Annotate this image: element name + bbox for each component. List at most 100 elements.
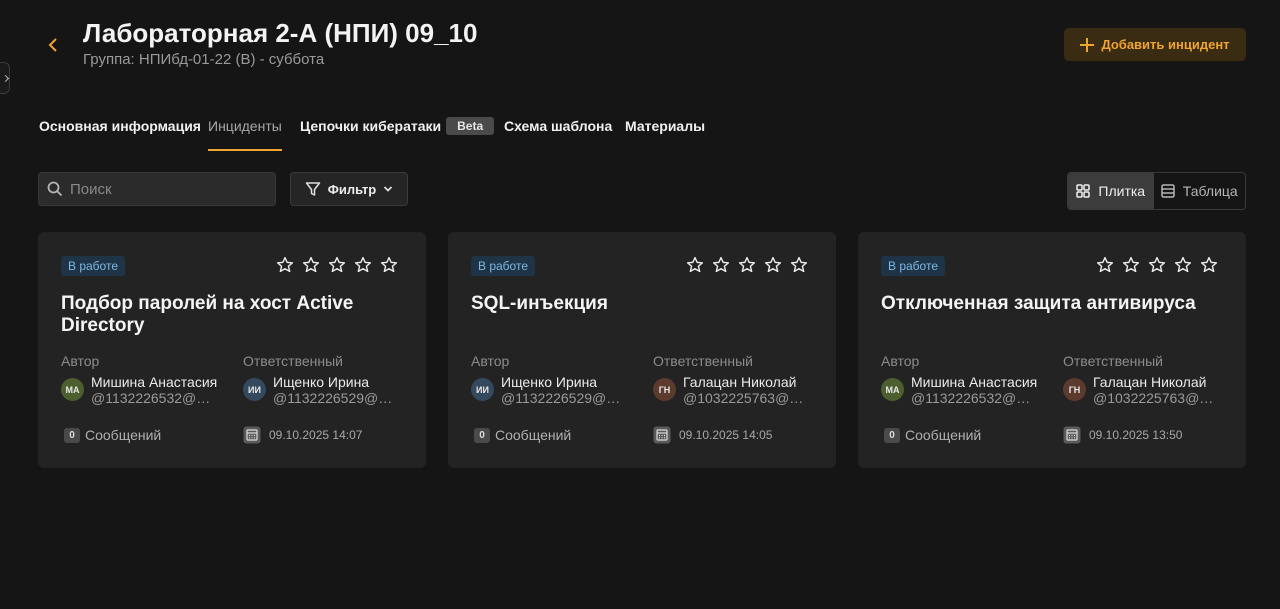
messages-info: 0 Сообщений [884, 427, 981, 443]
author-handle: @1132226529@pf... [501, 390, 628, 406]
responsible-section: Ответственный ИИ Ищенко Ирина @113222652… [243, 353, 403, 406]
back-button[interactable] [42, 33, 66, 57]
table-icon [1161, 184, 1175, 198]
star-icon[interactable] [328, 256, 346, 274]
author-name: Мишина Анастасия [91, 374, 218, 390]
star-icon[interactable] [1174, 256, 1192, 274]
status-badge: В работе [881, 256, 946, 276]
star-icon[interactable] [380, 256, 398, 274]
avatar: ИИ [471, 378, 494, 401]
incident-card[interactable]: В работе Отключенная защита антивируса А… [858, 232, 1246, 468]
avatar: ИИ [243, 378, 266, 401]
star-icon[interactable] [686, 256, 704, 274]
tab-label: Схема шаблона [504, 118, 613, 134]
view-tile-button[interactable]: Плитка [1068, 173, 1154, 209]
author-handle: @1132226532@pf... [911, 390, 1038, 406]
view-table-button[interactable]: Таблица [1154, 173, 1245, 209]
responsible-person: ГН Галацан Николай @1032225763@pf... [1063, 374, 1223, 406]
tab-label: Основная информация [39, 118, 201, 134]
star-icon[interactable] [276, 256, 294, 274]
filter-button[interactable]: Фильтр [290, 172, 408, 206]
star-icon[interactable] [712, 256, 730, 274]
incident-date: 09.10.2025 14:05 [679, 428, 773, 442]
messages-label: Сообщений [905, 427, 982, 443]
author-name: Ищенко Ирина [501, 374, 598, 390]
star-icon[interactable] [1096, 256, 1114, 274]
view-toggle: Плитка Таблица [1067, 172, 1246, 210]
author-label: Автор [471, 353, 510, 369]
incident-title: Подбор паролей на хост Active Directory [61, 293, 354, 336]
plus-icon [1080, 37, 1095, 52]
star-icon[interactable] [354, 256, 372, 274]
responsible-section: Ответственный ГН Галацан Николай @103222… [653, 353, 813, 406]
messages-info: 0 Сообщений [64, 427, 161, 443]
star-icon[interactable] [1200, 256, 1218, 274]
tab-template-schema[interactable]: Схема шаблона [504, 118, 612, 151]
author-section: Автор МА Мишина Анастасия @1132226532@pf… [61, 353, 221, 406]
search-icon [47, 181, 63, 197]
rating-stars [1096, 256, 1218, 274]
tab-label: Цепочки кибератаки [300, 118, 442, 134]
author-label: Автор [61, 353, 100, 369]
responsible-person: ГН Галацан Николай @1032225763@pf... [653, 374, 813, 406]
author-person: МА Мишина Анастасия @1132226532@pf... [881, 374, 1041, 406]
chevron-down-icon [384, 186, 393, 192]
view-tile-label: Плитка [1098, 183, 1146, 199]
page-subtitle: Группа: НПИбд-01-22 (В) - суббота [83, 51, 325, 68]
star-icon[interactable] [738, 256, 756, 274]
add-incident-label: Добавить инцидент [1101, 37, 1230, 52]
tab-materials[interactable]: Материалы [625, 118, 705, 151]
responsible-handle: @1032225763@pf... [1093, 390, 1220, 406]
author-name: Мишина Анастасия [911, 374, 1038, 390]
star-icon[interactable] [790, 256, 808, 274]
star-icon[interactable] [1122, 256, 1140, 274]
avatar: ГН [1063, 378, 1086, 401]
author-handle: @1132226532@pf... [91, 390, 218, 406]
responsible-handle: @1132226529@pf... [273, 390, 400, 406]
search-box [38, 172, 276, 206]
messages-count: 0 [884, 427, 900, 443]
date-info: 09.10.2025 14:07 [243, 426, 362, 444]
author-label: Автор [881, 353, 920, 369]
incident-card[interactable]: В работе SQL-инъекция Автор ИИ Ищенко Ир… [448, 232, 836, 468]
messages-count: 0 [474, 427, 490, 443]
messages-count: 0 [64, 427, 80, 443]
tab-main-info[interactable]: Основная информация [39, 118, 201, 151]
star-icon[interactable] [1148, 256, 1166, 274]
incident-card[interactable]: В работе Подбор паролей на хост Active D… [38, 232, 426, 468]
author-person: ИИ Ищенко Ирина @1132226529@pf... [471, 374, 631, 406]
author-person: МА Мишина Анастасия @1132226532@pf... [61, 374, 221, 406]
responsible-label: Ответственный [653, 353, 753, 369]
sidebar-expand-handle[interactable] [0, 62, 10, 94]
add-incident-button[interactable]: Добавить инцидент [1064, 28, 1246, 61]
messages-info: 0 Сообщений [474, 427, 571, 443]
incident-date: 09.10.2025 13:50 [1089, 428, 1183, 442]
filter-label: Фильтр [327, 181, 377, 197]
star-icon[interactable] [764, 256, 782, 274]
star-icon[interactable] [302, 256, 320, 274]
responsible-label: Ответственный [1063, 353, 1163, 369]
rating-stars [686, 256, 808, 274]
responsible-name: Ищенко Ирина [273, 374, 370, 390]
tab-label: Материалы [625, 118, 706, 134]
status-badge: В работе [61, 256, 126, 276]
search-input[interactable] [70, 180, 260, 198]
beta-badge: Beta [446, 117, 495, 135]
incident-title: Отключенная защита антивируса [881, 293, 1196, 314]
responsible-person: ИИ Ищенко Ирина @1132226529@pf... [243, 374, 403, 406]
page-title: Лабораторная 2-А (НПИ) 09_10 [83, 18, 478, 48]
chevron-left-icon [48, 38, 57, 52]
filter-icon [305, 182, 320, 196]
tab-attack-chains[interactable]: Цепочки кибератаки Beta [300, 117, 495, 151]
date-info: 09.10.2025 14:05 [653, 426, 772, 444]
calendar-icon [1063, 426, 1081, 444]
avatar: МА [61, 378, 84, 401]
calendar-icon [243, 426, 261, 444]
author-section: Автор МА Мишина Анастасия @1132226532@pf… [881, 353, 1041, 406]
incident-title: SQL-инъекция [471, 293, 608, 314]
responsible-name: Галацан Николай [1093, 374, 1207, 390]
tab-incidents[interactable]: Инциденты [208, 118, 282, 151]
responsible-handle: @1032225763@pf... [683, 390, 810, 406]
incident-cards: В работе Подбор паролей на хост Active D… [38, 232, 1246, 468]
avatar: ГН [653, 378, 676, 401]
